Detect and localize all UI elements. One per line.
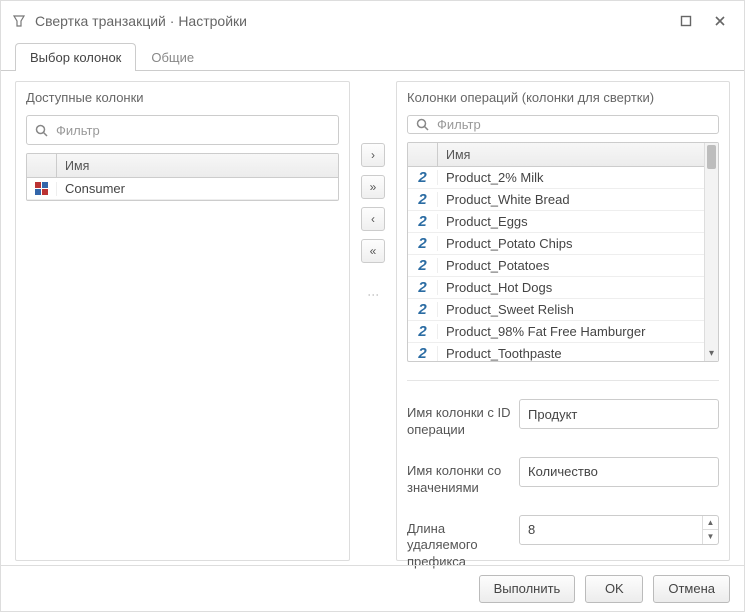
row-label: Product_Toothpaste: [438, 346, 704, 361]
row-label: Product_Potatoes: [438, 258, 704, 273]
table-row[interactable]: 2Product_98% Fat Free Hamburger: [408, 321, 718, 343]
move-all-right-button[interactable]: »: [361, 175, 385, 199]
row-label: Product_2% Milk: [438, 170, 704, 185]
operation-columns-panel: Колонки операций (колонки для свертки) И…: [396, 81, 730, 561]
tab-general[interactable]: Общие: [136, 43, 209, 71]
table-row[interactable]: 2Product_Hot Dogs: [408, 277, 718, 299]
table-row[interactable]: 2Product_Potato Chips: [408, 233, 718, 255]
row-label: Product_White Bread: [438, 192, 704, 207]
id-column-input[interactable]: [519, 399, 719, 429]
row-label: Product_98% Fat Free Hamburger: [438, 324, 704, 339]
column-type-icon: [27, 182, 57, 196]
close-icon[interactable]: [710, 11, 730, 31]
id-column-label: Имя колонки с ID операции: [407, 399, 519, 439]
available-col-name: Имя: [57, 154, 338, 177]
value-column-label: Имя колонки со значениями: [407, 457, 519, 497]
numeric-column-icon: 2: [408, 324, 438, 339]
available-columns-header: Доступные колонки: [16, 82, 349, 107]
numeric-column-icon: 2: [408, 346, 438, 361]
window-title: Свертка транзакций · Настройки: [35, 13, 662, 29]
dialog-footer: Выполнить OK Отмена: [1, 565, 744, 611]
available-grid: Имя Consumer: [26, 153, 339, 201]
table-row[interactable]: 2Product_2% Milk: [408, 167, 718, 189]
table-row[interactable]: 2Product_Toothpaste: [408, 343, 718, 361]
search-icon: [35, 124, 48, 137]
spin-down-icon[interactable]: ▼: [702, 530, 718, 544]
scrollbar[interactable]: ▾: [704, 143, 718, 361]
prefix-length-input[interactable]: [519, 515, 719, 545]
table-row[interactable]: Consumer: [27, 178, 338, 200]
numeric-column-icon: 2: [408, 280, 438, 295]
numeric-column-icon: 2: [408, 258, 438, 273]
table-row[interactable]: 2Product_Sweet Relish: [408, 299, 718, 321]
numeric-column-icon: 2: [408, 192, 438, 207]
move-right-button[interactable]: ›: [361, 143, 385, 167]
tab-bar: Выбор колонок Общие: [1, 41, 744, 71]
main-area: Доступные колонки Имя: [1, 71, 744, 565]
numeric-column-icon: 2: [408, 302, 438, 317]
settings-form: Имя колонки с ID операции Имя колонки со…: [407, 380, 719, 577]
value-column-input[interactable]: [519, 457, 719, 487]
ok-button[interactable]: OK: [585, 575, 643, 603]
operation-grid: Имя 2Product_2% Milk2Product_White Bread…: [407, 142, 719, 362]
move-left-button[interactable]: ‹: [361, 207, 385, 231]
spin-up-icon[interactable]: ▲: [702, 516, 718, 531]
app-icon: [11, 13, 27, 29]
row-label: Product_Sweet Relish: [438, 302, 704, 317]
maximize-icon[interactable]: [676, 11, 696, 31]
settings-window: Свертка транзакций · Настройки Выбор кол…: [0, 0, 745, 612]
available-grid-header: Имя: [27, 154, 338, 178]
operation-grid-header: Имя: [408, 143, 718, 167]
transfer-buttons: › » ‹ « ⋮: [360, 81, 386, 561]
resize-grip-icon: ⋮: [372, 289, 375, 302]
operation-col-name: Имя: [438, 143, 704, 166]
numeric-column-icon: 2: [408, 170, 438, 185]
table-row[interactable]: 2Product_Eggs: [408, 211, 718, 233]
table-row[interactable]: 2Product_White Bread: [408, 189, 718, 211]
operation-filter[interactable]: [407, 115, 719, 134]
scroll-down-icon[interactable]: ▾: [705, 348, 718, 359]
row-label: Product_Eggs: [438, 214, 704, 229]
search-icon: [416, 118, 429, 131]
row-label: Consumer: [57, 181, 338, 196]
available-filter-input[interactable]: [54, 122, 330, 139]
numeric-column-icon: 2: [408, 236, 438, 251]
operation-filter-input[interactable]: [435, 116, 710, 133]
row-label: Product_Hot Dogs: [438, 280, 704, 295]
cancel-button[interactable]: Отмена: [653, 575, 730, 603]
scrollbar-thumb[interactable]: [707, 145, 716, 169]
available-filter[interactable]: [26, 115, 339, 145]
prefix-length-label: Длина удаляемого префикса: [407, 515, 519, 572]
available-columns-panel: Доступные колонки Имя: [15, 81, 350, 561]
move-all-left-button[interactable]: «: [361, 239, 385, 263]
run-button[interactable]: Выполнить: [479, 575, 576, 603]
row-label: Product_Potato Chips: [438, 236, 704, 251]
operation-columns-header: Колонки операций (колонки для свертки): [397, 82, 729, 107]
numeric-column-icon: 2: [408, 214, 438, 229]
tab-columns[interactable]: Выбор колонок: [15, 43, 136, 71]
table-row[interactable]: 2Product_Potatoes: [408, 255, 718, 277]
titlebar: Свертка транзакций · Настройки: [1, 1, 744, 41]
